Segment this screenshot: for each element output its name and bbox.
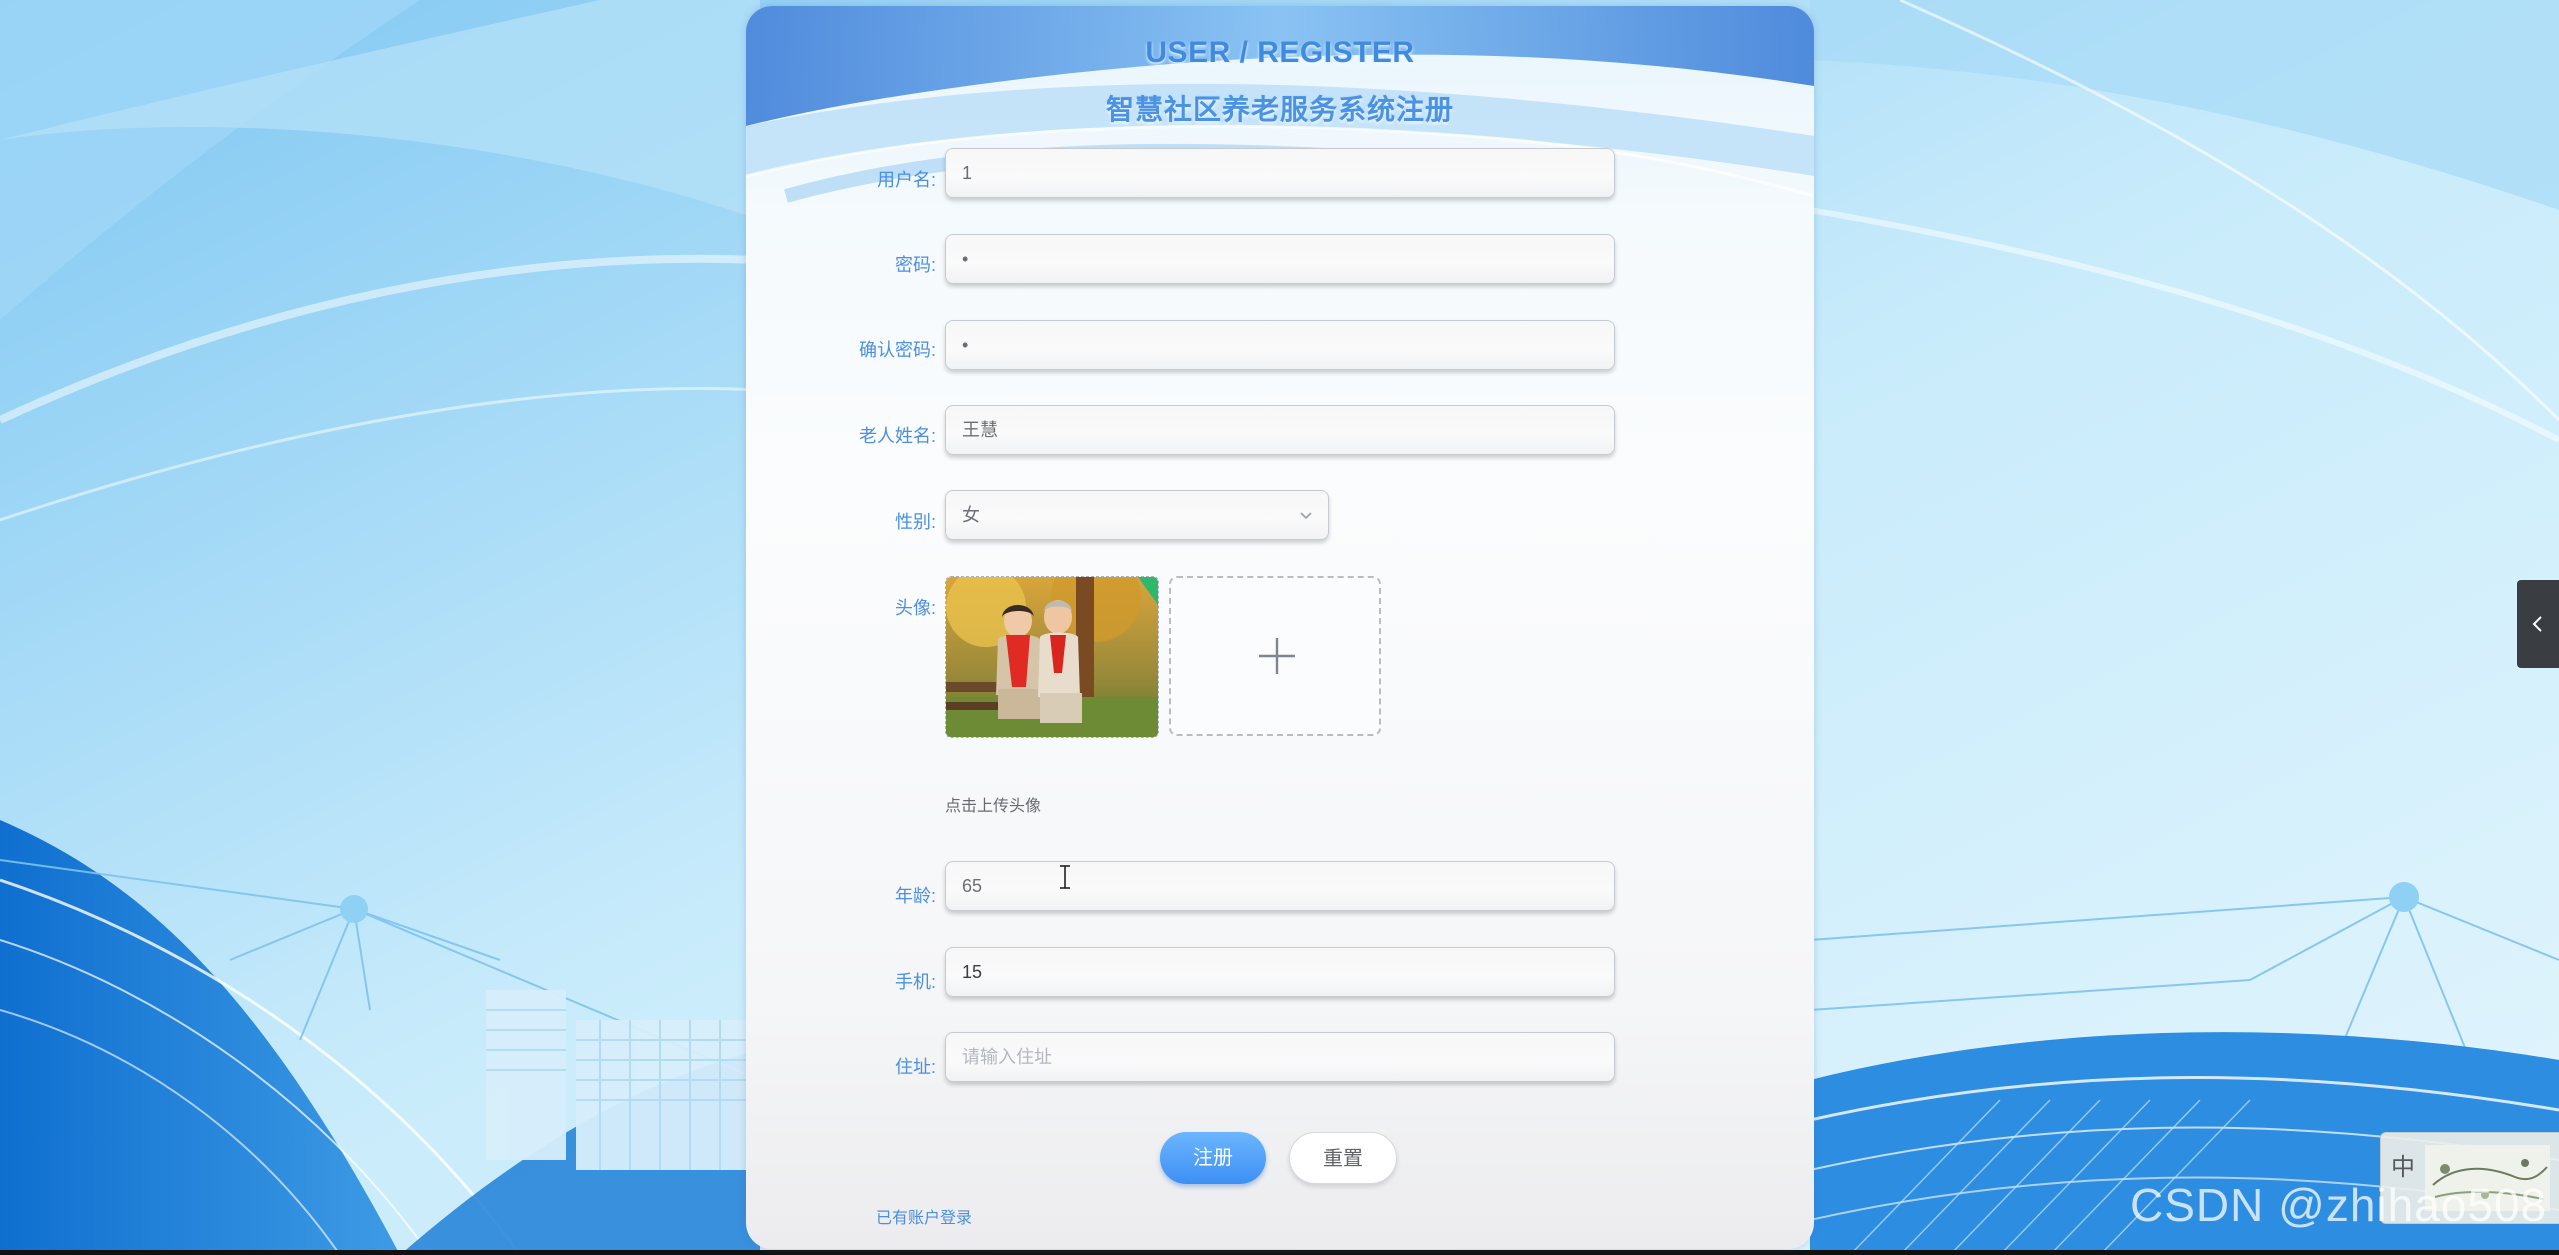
- avatar-label: 头像:: [894, 598, 936, 618]
- title-en: USER / REGISTER: [1145, 36, 1415, 69]
- elder-name-input[interactable]: 王慧: [945, 405, 1615, 455]
- avatar-upload-hint: 点击上传头像: [945, 798, 1042, 815]
- gender-label: 性别:: [894, 512, 936, 532]
- phone-input[interactable]: 15: [945, 947, 1615, 997]
- phone-label: 手机:: [894, 972, 936, 992]
- confirm-password-input[interactable]: •: [945, 320, 1615, 370]
- plus-icon: [1259, 638, 1295, 674]
- elderly-couple-photo: [946, 577, 1158, 737]
- ime-mode-indicator[interactable]: 中: [2391, 1147, 2415, 1182]
- gender-select[interactable]: 女: [945, 490, 1329, 540]
- gender-selected-value: 女: [962, 505, 980, 525]
- avatar-upload-button[interactable]: [1169, 576, 1381, 736]
- username-label: 用户名:: [876, 170, 936, 190]
- password-input[interactable]: •: [945, 234, 1615, 284]
- reset-button[interactable]: 重置: [1289, 1132, 1397, 1184]
- text-cursor-icon: [1060, 865, 1070, 889]
- register-button[interactable]: 注册: [1160, 1132, 1266, 1184]
- username-input[interactable]: 1: [945, 148, 1615, 198]
- elder-name-label: 老人姓名:: [858, 426, 936, 446]
- address-label: 住址:: [894, 1057, 936, 1077]
- title-cn: 智慧社区养老服务系统注册: [1105, 94, 1454, 125]
- chevron-left-icon: [2532, 616, 2542, 632]
- confirm-password-label: 确认密码:: [858, 340, 936, 360]
- age-label: 年龄:: [894, 886, 936, 906]
- register-card: USER / REGISTER 智慧社区养老服务系统注册 用户名: 1 密码: …: [746, 6, 1814, 1249]
- avatar-thumbnail[interactable]: [945, 576, 1159, 738]
- password-label: 密码:: [894, 255, 936, 275]
- side-panel-toggle[interactable]: [2517, 580, 2559, 668]
- address-input[interactable]: 请输入住址: [945, 1032, 1615, 1082]
- age-input[interactable]: 65: [945, 861, 1615, 911]
- chevron-down-icon: [1300, 512, 1312, 520]
- watermark-text: CSDN @zhihao508: [2130, 1179, 2548, 1231]
- login-link[interactable]: 已有账户登录: [876, 1204, 972, 1228]
